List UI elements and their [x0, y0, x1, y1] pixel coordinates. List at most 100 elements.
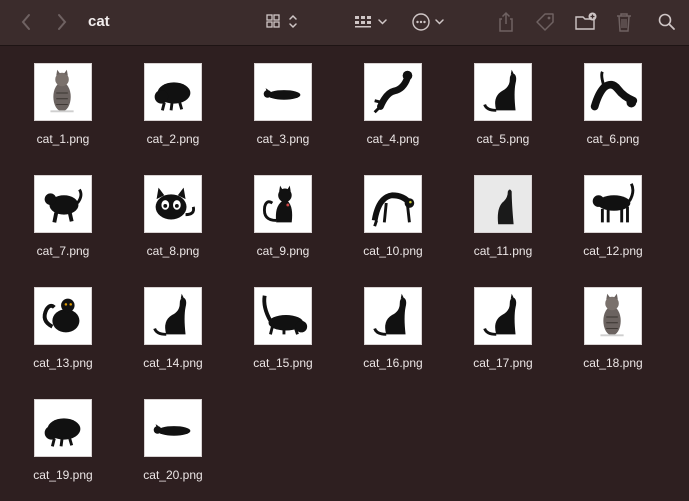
tag-icon — [536, 13, 554, 31]
search-icon — [658, 13, 675, 30]
cat-image-icon — [155, 187, 196, 220]
file-item[interactable]: cat_4.png — [338, 47, 448, 159]
cat-image-icon — [262, 295, 308, 335]
file-item[interactable]: cat_7.png — [8, 159, 118, 271]
file-item[interactable]: cat_17.png — [448, 271, 558, 383]
file-thumbnail — [34, 63, 92, 121]
chevron-left-icon — [21, 14, 30, 30]
file-item[interactable]: cat_12.png — [558, 159, 668, 271]
file-item[interactable]: cat_8.png — [118, 159, 228, 271]
file-item[interactable]: cat_10.png — [338, 159, 448, 271]
cat-image-icon — [153, 293, 187, 336]
cat-image-icon — [483, 293, 517, 336]
file-name: cat_4.png — [366, 132, 420, 146]
file-name: cat_14.png — [143, 356, 203, 370]
file-thumbnail — [254, 175, 312, 233]
file-thumbnail — [144, 175, 202, 233]
new-folder-button[interactable] — [573, 9, 599, 35]
file-item[interactable]: cat_1.png — [8, 47, 118, 159]
file-name: cat_6.png — [586, 132, 640, 146]
file-name: cat_7.png — [36, 244, 90, 258]
file-name: cat_10.png — [363, 244, 423, 258]
view-mode-button[interactable] — [262, 9, 304, 35]
toolbar: cat — [0, 0, 689, 46]
file-item[interactable]: cat_9.png — [228, 159, 338, 271]
cat-image-icon — [44, 418, 81, 447]
cat-image-icon — [50, 69, 74, 113]
cat-image-icon — [373, 293, 407, 336]
ellipsis-circle-icon — [412, 13, 444, 31]
search-button[interactable] — [655, 9, 679, 35]
file-thumbnail — [584, 287, 642, 345]
forward-button[interactable] — [50, 9, 74, 35]
file-item[interactable]: cat_2.png — [118, 47, 228, 159]
cat-image-icon — [153, 424, 191, 436]
file-name: cat_9.png — [256, 244, 310, 258]
cat-image-icon — [590, 71, 638, 111]
file-name: cat_20.png — [143, 468, 203, 482]
new-folder-icon — [575, 12, 597, 30]
cat-image-icon — [600, 293, 624, 337]
cat-image-icon — [483, 69, 517, 112]
grid-view-icon — [266, 14, 297, 29]
file-item[interactable]: cat_5.png — [448, 47, 558, 159]
cat-image-icon — [592, 183, 635, 223]
group-by-icon — [355, 16, 387, 28]
file-thumbnail — [584, 175, 642, 233]
cat-image-icon — [44, 188, 83, 223]
file-item[interactable]: cat_16.png — [338, 271, 448, 383]
trash-button[interactable] — [612, 9, 636, 35]
group-by-button[interactable] — [352, 9, 392, 35]
file-thumbnail — [144, 399, 202, 457]
share-icon — [499, 11, 513, 32]
file-thumbnail — [364, 287, 422, 345]
back-button[interactable] — [14, 9, 38, 35]
window-title: cat — [88, 13, 110, 30]
file-name: cat_19.png — [33, 468, 93, 482]
file-thumbnail — [474, 287, 532, 345]
file-name: cat_13.png — [33, 356, 93, 370]
file-thumbnail — [254, 63, 312, 121]
file-thumbnail — [34, 175, 92, 233]
file-item[interactable]: cat_18.png — [558, 271, 668, 383]
cat-image-icon — [263, 88, 301, 100]
file-thumbnail — [144, 63, 202, 121]
file-item[interactable]: cat_13.png — [8, 271, 118, 383]
file-thumbnail — [34, 287, 92, 345]
cat-image-icon — [475, 176, 531, 232]
more-actions-button[interactable] — [410, 9, 450, 35]
file-item[interactable]: cat_15.png — [228, 271, 338, 383]
file-name: cat_1.png — [36, 132, 90, 146]
file-item[interactable]: cat_11.png — [448, 159, 558, 271]
file-name: cat_3.png — [256, 132, 310, 146]
file-name: cat_5.png — [476, 132, 530, 146]
cat-image-icon — [262, 185, 293, 223]
tag-button[interactable] — [532, 9, 558, 35]
chevron-right-icon — [58, 14, 67, 30]
file-name: cat_16.png — [363, 356, 423, 370]
file-item[interactable]: cat_6.png — [558, 47, 668, 159]
file-thumbnail — [474, 175, 532, 233]
file-name: cat_11.png — [473, 244, 533, 258]
file-name: cat_8.png — [146, 244, 200, 258]
file-thumbnail — [144, 287, 202, 345]
file-item[interactable]: cat_3.png — [228, 47, 338, 159]
file-name: cat_18.png — [583, 356, 643, 370]
file-thumbnail — [584, 63, 642, 121]
trash-icon — [617, 13, 631, 32]
file-thumbnail — [34, 399, 92, 457]
file-name: cat_15.png — [253, 356, 313, 370]
file-name: cat_2.png — [146, 132, 200, 146]
cat-image-icon — [371, 192, 415, 227]
share-button[interactable] — [494, 9, 518, 35]
file-item[interactable]: cat_19.png — [8, 383, 118, 495]
cat-image-icon — [42, 298, 80, 333]
file-grid: cat_1.png cat_2.png cat_3.png cat_4.png cat_… — [0, 47, 689, 501]
file-item[interactable]: cat_20.png — [118, 383, 228, 495]
file-thumbnail — [364, 175, 422, 233]
file-thumbnail — [474, 63, 532, 121]
file-thumbnail — [364, 63, 422, 121]
cat-image-icon — [373, 70, 413, 114]
file-thumbnail — [254, 287, 312, 345]
file-item[interactable]: cat_14.png — [118, 271, 228, 383]
